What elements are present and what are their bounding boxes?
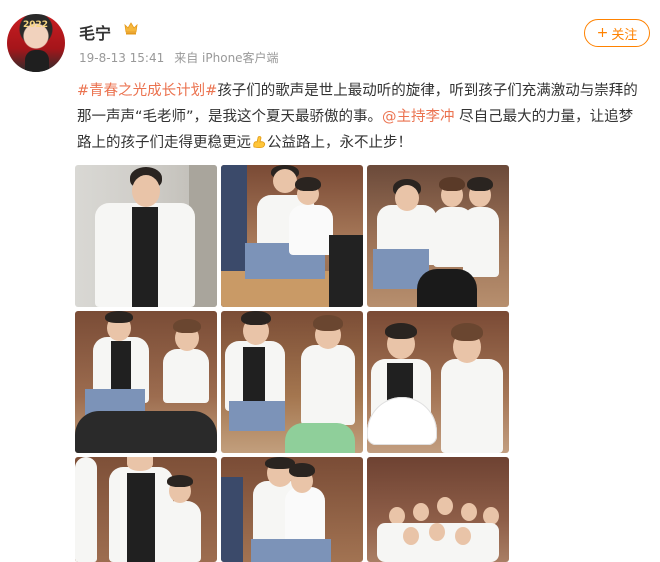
post-source: 来自 iPhone客户端 <box>174 51 279 65</box>
avatar-year-text: 2022 <box>23 20 49 30</box>
mention-link[interactable]: @主持李冲 <box>382 109 455 125</box>
post-photo-7[interactable] <box>75 457 217 562</box>
post-photo-1[interactable] <box>75 165 217 307</box>
post-timestamp[interactable]: 19-8-13 15:41 <box>79 51 164 65</box>
post-text: #青春之光成长计划#孩子们的歌声是世上最动听的旋律，听到孩子们充满激动与崇拜的那… <box>77 78 643 156</box>
weibo-post: 2022 毛宁 19-8-13 15:41 来自 iPhone客户端 + 关注 #青… <box>0 0 660 562</box>
post-photo-9[interactable] <box>367 457 509 562</box>
follow-label: 关注 <box>611 27 638 43</box>
avatar[interactable]: 2022 <box>7 14 65 72</box>
post-photo-4[interactable] <box>75 311 217 453</box>
post-photo-5[interactable] <box>221 311 363 453</box>
post-meta: 19-8-13 15:41 来自 iPhone客户端 <box>79 49 289 66</box>
post-photo-3[interactable] <box>367 165 509 307</box>
muscle-emoji-icon <box>253 136 266 149</box>
follow-button[interactable]: + 关注 <box>584 19 650 47</box>
post-photo-2[interactable] <box>221 165 363 307</box>
vip-badge-icon <box>124 22 138 35</box>
post-photo-6[interactable] <box>367 311 509 453</box>
plus-icon: + <box>596 25 609 41</box>
hashtag-link[interactable]: #青春之光成长计划# <box>77 83 217 99</box>
post-text-part3: 公益路上，永不止步！ <box>267 135 412 151</box>
post-photo-8[interactable] <box>221 457 363 562</box>
username[interactable]: 毛宁 <box>79 20 111 44</box>
